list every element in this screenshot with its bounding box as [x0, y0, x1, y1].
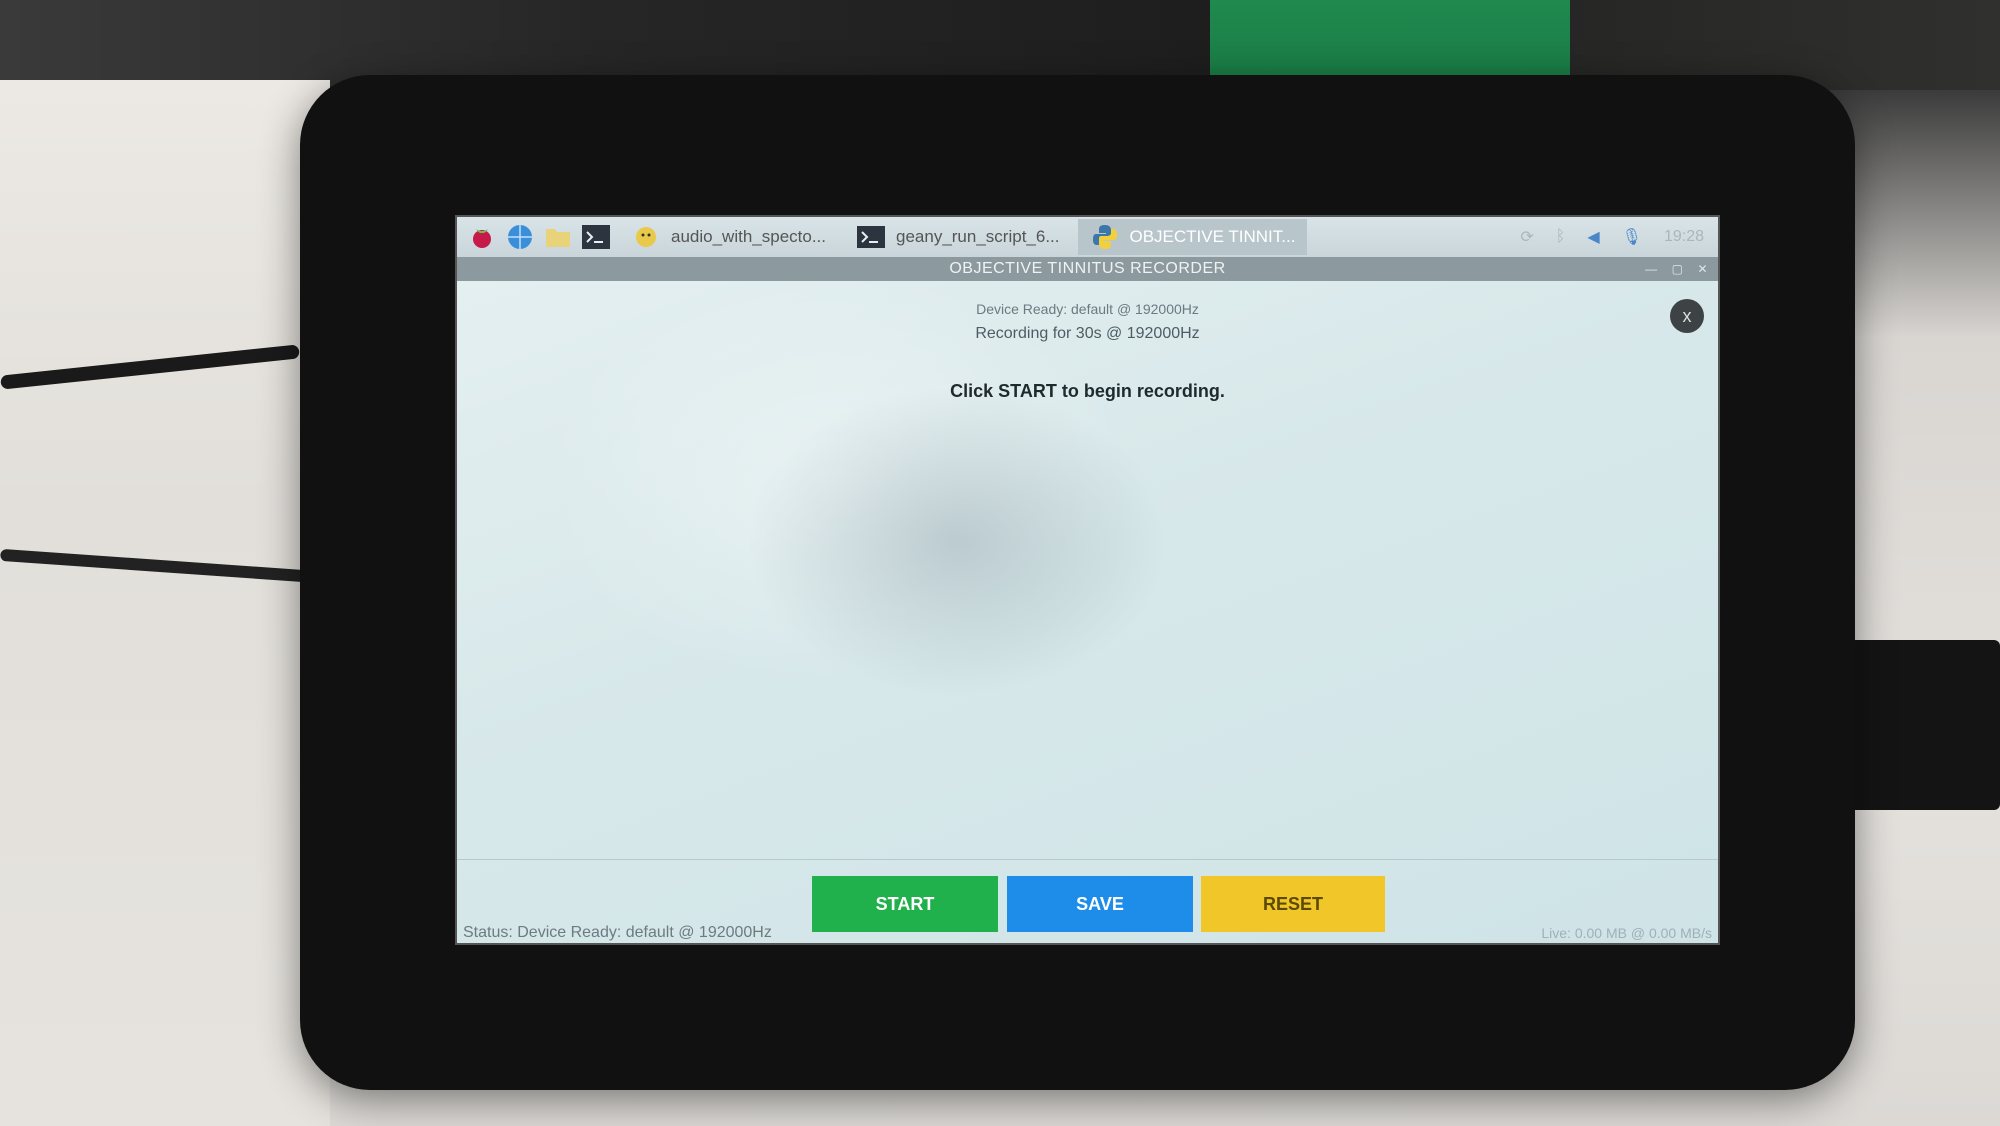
refresh-icon[interactable]: ⟳ — [1520, 227, 1533, 247]
taskbar: audio_with_specto... geany_run_script_6.… — [457, 217, 1718, 257]
touchscreen: audio_with_specto... geany_run_script_6.… — [455, 215, 1720, 945]
web-browser-icon[interactable] — [505, 222, 535, 252]
background-gadget — [1850, 640, 2000, 810]
task-label: geany_run_script_6... — [896, 227, 1060, 246]
task-objective-tinnitus[interactable]: OBJECTIVE TINNIT... — [1077, 219, 1308, 255]
task-geany-run-script[interactable]: geany_run_script_6... — [844, 219, 1072, 255]
status-text: Status: Device Ready: default @ 192000Hz — [463, 924, 772, 941]
window-controls: — ▢ ✕ — [1645, 257, 1708, 281]
background-desk-left — [0, 80, 330, 1126]
python-editor-icon — [631, 223, 661, 251]
terminal-icon — [856, 223, 886, 251]
bluetooth-icon[interactable]: ᛒ — [1556, 228, 1566, 246]
close-icon[interactable]: ✕ — [1697, 257, 1708, 281]
task-audio-with-spectro[interactable]: audio_with_specto... — [619, 219, 838, 255]
microphone-icon[interactable]: 🎙 — [1622, 227, 1642, 247]
window-title: OBJECTIVE TINNITUS RECORDER — [949, 260, 1226, 277]
window-titlebar[interactable]: OBJECTIVE TINNITUS RECORDER — ▢ ✕ — [457, 257, 1718, 281]
recording-config-label: Recording for 30s @ 192000Hz — [975, 325, 1200, 342]
instruction-text: Click START to begin recording. — [950, 381, 1225, 401]
volume-icon[interactable]: ◀ — [1587, 227, 1599, 247]
status-bar: Status: Device Ready: default @ 192000Hz… — [457, 919, 1718, 943]
device-ready-label: Device Ready: default @ 192000Hz — [976, 301, 1199, 317]
task-label: OBJECTIVE TINNIT... — [1129, 227, 1296, 246]
raspberry-menu-icon[interactable] — [467, 222, 497, 252]
recorder-panel: x Device Ready: default @ 192000Hz Recor… — [457, 281, 1718, 943]
maximize-icon[interactable]: ▢ — [1672, 257, 1684, 281]
live-stats: Live: 0.00 MB @ 0.00 MB/s — [1541, 925, 1712, 941]
minimize-icon[interactable]: — — [1645, 257, 1658, 281]
system-tray: ⟳ ᛒ ◀ 🎙 19:28 — [1520, 227, 1718, 247]
terminal-icon[interactable] — [581, 222, 611, 252]
python-icon — [1090, 223, 1120, 251]
file-manager-icon[interactable] — [543, 222, 573, 252]
clock: 19:28 — [1663, 228, 1704, 245]
task-label: audio_with_specto... — [671, 227, 826, 246]
